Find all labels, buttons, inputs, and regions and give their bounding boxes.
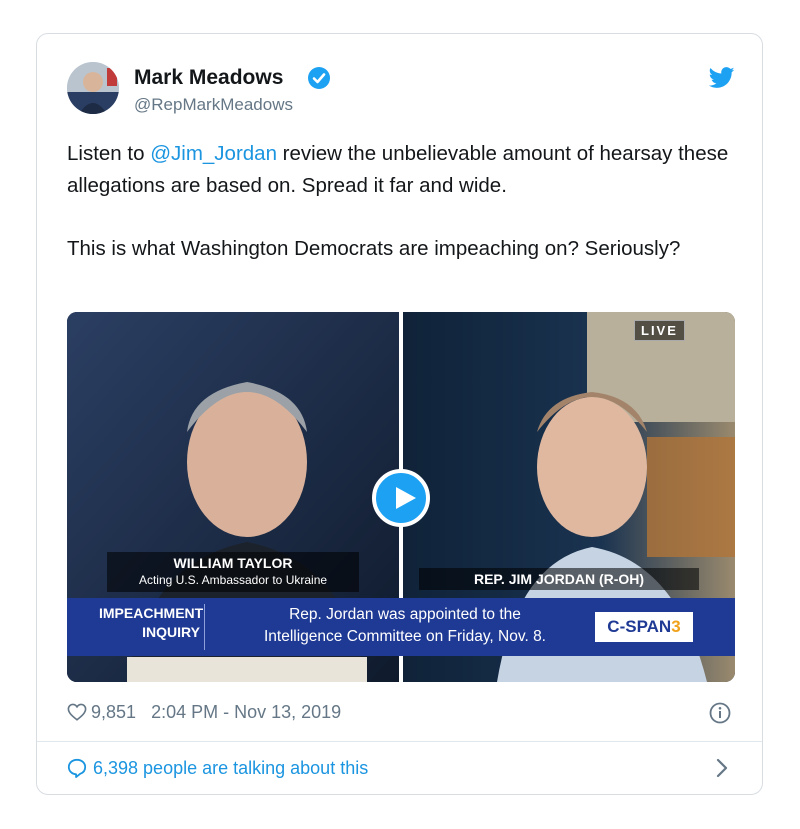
tweet-paragraph-1: Listen to @Jim_Jordan review the unbelie… xyxy=(67,138,737,202)
network-name: C-SPAN xyxy=(607,617,672,636)
conversation-link[interactable]: 6,398 people are talking about this xyxy=(67,758,368,779)
tweet-text: Listen to @Jim_Jordan review the unbelie… xyxy=(67,138,737,265)
left-caption-title: Acting U.S. Ambassador to Ukraine xyxy=(138,573,328,587)
like-count[interactable]: 9,851 xyxy=(91,702,136,722)
tweet-card: Mark Meadows @RepMarkMeadows Listen to @… xyxy=(36,33,763,795)
banner-tag: IMPEACHMENT INQUIRY xyxy=(99,604,205,650)
info-icon[interactable] xyxy=(709,702,731,724)
author-name[interactable]: Mark Meadows xyxy=(134,66,283,90)
verified-badge-icon xyxy=(308,67,330,89)
live-badge: LIVE xyxy=(634,320,685,341)
talking-count-label[interactable]: 6,398 people are talking about this xyxy=(93,758,368,778)
tweet-paragraph-2: This is what Washington Democrats are im… xyxy=(67,237,681,260)
mention-link[interactable]: @Jim_Jordan xyxy=(150,142,277,165)
banner-message-line2: Intelligence Committee on Friday, Nov. 8… xyxy=(264,628,546,645)
text-prefix: Listen to xyxy=(67,142,151,165)
banner-message: Rep. Jordan was appointed to the Intelli… xyxy=(215,604,595,648)
play-icon[interactable] xyxy=(372,469,430,527)
video-player[interactable]: LIVE WILLIAM TAYLOR Acting U.S. Ambassad… xyxy=(67,312,735,682)
banner-tag-line1: IMPEACHMENT xyxy=(99,605,204,621)
banner-message-line1: Rep. Jordan was appointed to the xyxy=(289,606,521,623)
avatar[interactable] xyxy=(67,62,119,114)
twitter-bird-icon[interactable] xyxy=(709,67,735,89)
network-logo: C-SPAN3 xyxy=(595,612,693,642)
news-banner: IMPEACHMENT INQUIRY Rep. Jordan was appo… xyxy=(67,598,735,656)
tweet-meta: 9,851 2:04 PM - Nov 13, 2019 xyxy=(67,702,341,723)
left-caption: WILLIAM TAYLOR Acting U.S. Ambassador to… xyxy=(107,552,359,592)
banner-tag-line2: INQUIRY xyxy=(142,624,200,640)
left-caption-name: WILLIAM TAYLOR xyxy=(173,555,293,571)
speech-bubble-icon xyxy=(67,758,87,778)
timestamp[interactable]: 2:04 PM - Nov 13, 2019 xyxy=(151,702,341,722)
network-number: 3 xyxy=(671,617,681,636)
right-caption: REP. JIM JORDAN (R-OH) xyxy=(419,568,699,590)
heart-icon[interactable] xyxy=(67,703,87,721)
divider xyxy=(37,741,762,742)
chevron-right-icon[interactable] xyxy=(715,758,729,778)
author-handle[interactable]: @RepMarkMeadows xyxy=(134,95,293,115)
